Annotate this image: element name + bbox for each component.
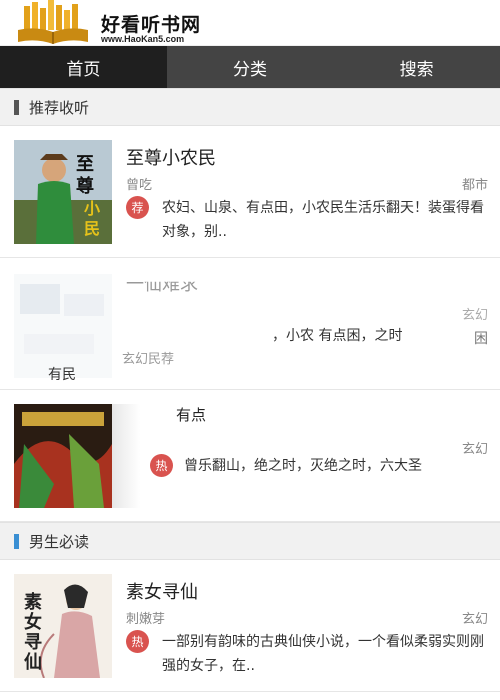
book-cover-image[interactable] xyxy=(14,274,112,378)
site-url: www.HaoKan5.com xyxy=(101,34,185,44)
book-category: 玄幻 xyxy=(461,308,488,323)
book-cover-image[interactable]: 至 尊 小 民 xyxy=(14,140,112,244)
svg-text:仙: 仙 xyxy=(24,651,42,673)
book-description: 曾乐翻山，绝之时，灭绝之时，六大圣 xyxy=(184,458,422,474)
section-marker-icon xyxy=(14,533,19,549)
section-marker-icon xyxy=(14,99,19,115)
book-title[interactable]: 有点 xyxy=(176,404,206,425)
book-author: 刺嫩芽 xyxy=(126,612,166,627)
book-item[interactable]: 有点 玄幻 热 曾乐翻山，绝之时，灭绝之时，六大圣 xyxy=(0,390,500,522)
book-bottom-text: 有民 xyxy=(48,367,76,383)
book-title[interactable]: 素女寻仙 xyxy=(126,578,198,604)
book-tag-line: 玄幻民荐 xyxy=(122,352,175,367)
cover-fade xyxy=(112,404,140,508)
svg-text:民: 民 xyxy=(84,219,100,238)
hot-badge: 热 xyxy=(126,630,149,653)
svg-text:至: 至 xyxy=(76,154,94,175)
site-header: 好看听书网 www.HaoKan5.com xyxy=(0,0,500,46)
book-description: 农妇、山泉、有点田，小农民生活乐翻天！装蛋得看对象，别.. xyxy=(162,200,484,240)
section-title: 推荐收听 xyxy=(29,98,90,117)
svg-text:寻: 寻 xyxy=(24,632,42,653)
recommend-badge: 荐 xyxy=(126,196,149,219)
tab-category[interactable]: 分类 xyxy=(167,46,334,88)
book-description: 一部别有韵味的古典仙侠小说，一个看似柔弱实则刚强的女子，在.. xyxy=(162,634,484,674)
book-logo-icon[interactable] xyxy=(16,0,90,44)
book-category: 都市 xyxy=(461,178,488,193)
book-title[interactable]: 至尊小农民 xyxy=(126,144,216,170)
book-title[interactable]: 一仙难求 xyxy=(126,282,198,296)
book-description: ，小农 有点困，之时 xyxy=(272,328,403,344)
hot-badge: 热 xyxy=(150,454,173,477)
section-header-recommended: 推荐收听 xyxy=(0,88,500,126)
section-header-male-reads: 男生必读 xyxy=(0,522,500,560)
book-cover-image[interactable]: 素 女 寻 仙 xyxy=(14,574,112,678)
svg-text:尊: 尊 xyxy=(76,175,94,197)
book-author: 曾吃 xyxy=(126,178,153,193)
svg-text:素: 素 xyxy=(24,592,42,613)
svg-text:小: 小 xyxy=(84,199,100,218)
tab-search[interactable]: 搜索 xyxy=(333,46,500,88)
site-title[interactable]: 好看听书网 xyxy=(101,10,201,37)
book-item[interactable]: 一仙难求 玄幻 ，小农 有点困，之时 困 玄幻民荐 有民 xyxy=(0,258,500,390)
book-item[interactable]: 素 女 寻 仙 素女寻仙 刺嫩芽 玄幻 热 一部别有韵味的古典仙侠小说，一个看似… xyxy=(0,560,500,692)
tab-home[interactable]: 首页 xyxy=(0,46,167,88)
svg-text:女: 女 xyxy=(24,611,42,633)
book-cover-image[interactable] xyxy=(14,404,112,508)
book-item[interactable]: 至 尊 小 民 至尊小农民 曾吃 都市 荐 农妇、山泉、有点田，小农民生活乐翻天… xyxy=(0,126,500,258)
book-category: 玄幻 xyxy=(461,612,488,627)
section-title: 男生必读 xyxy=(29,532,90,551)
book-right-text: 困 xyxy=(474,331,488,347)
main-nav: 首页 分类 搜索 xyxy=(0,46,500,88)
